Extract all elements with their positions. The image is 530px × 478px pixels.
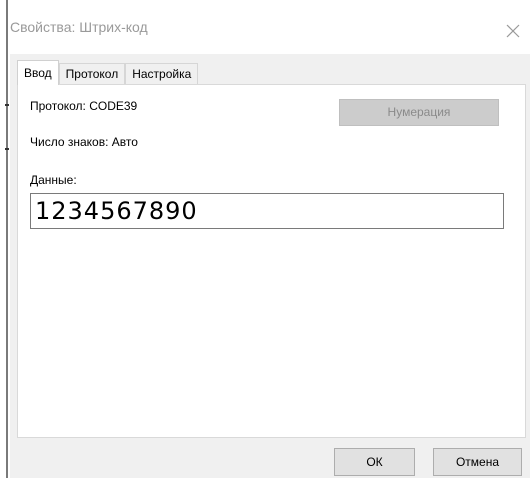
screen: Свойства: Штрих-код Ввод Протокол Настро… xyxy=(0,0,530,478)
close-icon xyxy=(506,24,520,38)
window-title: Свойства: Штрих-код xyxy=(10,19,148,35)
data-field[interactable]: 1234567890 xyxy=(30,193,504,229)
char-count-label: Число знаков: Авто xyxy=(30,135,138,149)
properties-dialog: Свойства: Штрих-код Ввод Протокол Настро… xyxy=(10,0,530,478)
title-bar: Свойства: Штрих-код xyxy=(10,0,530,54)
edge-tick xyxy=(5,148,9,150)
tab-strip: Ввод Протокол Настройка xyxy=(17,60,199,85)
numbering-button[interactable]: Нумерация xyxy=(339,99,499,126)
ok-button[interactable]: ОК xyxy=(334,448,415,476)
window-border-line xyxy=(6,0,8,478)
protocol-label: Протокол: CODE39 xyxy=(30,99,138,113)
tab-protocol[interactable]: Протокол xyxy=(58,63,126,84)
data-label: Данные: xyxy=(30,173,77,187)
edge-tick xyxy=(5,104,9,106)
tab-panel-input: Протокол: CODE39 Нумерация Число знаков:… xyxy=(17,84,526,438)
close-button[interactable] xyxy=(502,20,524,42)
tab-input[interactable]: Ввод xyxy=(17,60,59,85)
cancel-button[interactable]: Отмена xyxy=(433,448,522,476)
background-window-edge xyxy=(0,0,10,478)
tab-settings[interactable]: Настройка xyxy=(125,63,199,84)
